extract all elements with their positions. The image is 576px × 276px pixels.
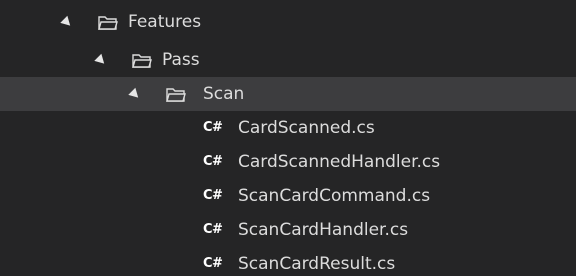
tree-node-label: Scan bbox=[203, 84, 245, 104]
tree-node-features[interactable]: Features bbox=[0, 5, 576, 39]
folder-open-icon bbox=[166, 88, 186, 102]
tree-node-pass[interactable]: Pass bbox=[0, 43, 576, 77]
folder-open-icon bbox=[98, 16, 118, 30]
tree-node-file[interactable]: C# ScanCardHandler.cs bbox=[0, 213, 576, 247]
folder-open-icon bbox=[132, 54, 152, 68]
tree-node-label: ScanCardCommand.cs bbox=[238, 186, 431, 206]
expanded-arrow-icon[interactable] bbox=[128, 87, 142, 102]
tree-node-label: ScanCardResult.cs bbox=[238, 254, 396, 274]
csharp-file-icon: C# bbox=[203, 154, 223, 169]
csharp-file-icon: C# bbox=[203, 222, 223, 237]
expanded-arrow-icon[interactable] bbox=[94, 53, 108, 68]
tree-node-scan[interactable]: Scan bbox=[0, 77, 576, 111]
expanded-arrow-icon[interactable] bbox=[60, 15, 74, 30]
tree-node-file[interactable]: C# ScanCardCommand.cs bbox=[0, 179, 576, 213]
tree-node-file[interactable]: C# CardScanned.cs bbox=[0, 111, 576, 145]
tree-node-label: Pass bbox=[162, 50, 200, 70]
csharp-file-icon: C# bbox=[203, 188, 223, 203]
tree-node-label: ScanCardHandler.cs bbox=[238, 220, 409, 240]
csharp-file-icon: C# bbox=[203, 256, 223, 271]
tree-node-label: CardScanned.cs bbox=[238, 118, 375, 138]
tree-node-file[interactable]: C# ScanCardResult.cs bbox=[0, 247, 576, 276]
tree-node-file[interactable]: C# CardScannedHandler.cs bbox=[0, 145, 576, 179]
tree-node-label: Features bbox=[128, 12, 202, 32]
csharp-file-icon: C# bbox=[203, 120, 223, 135]
tree-node-label: CardScannedHandler.cs bbox=[238, 152, 441, 172]
solution-explorer-tree: Features Pass Scan C# CardScanned.cs C# … bbox=[0, 0, 576, 276]
